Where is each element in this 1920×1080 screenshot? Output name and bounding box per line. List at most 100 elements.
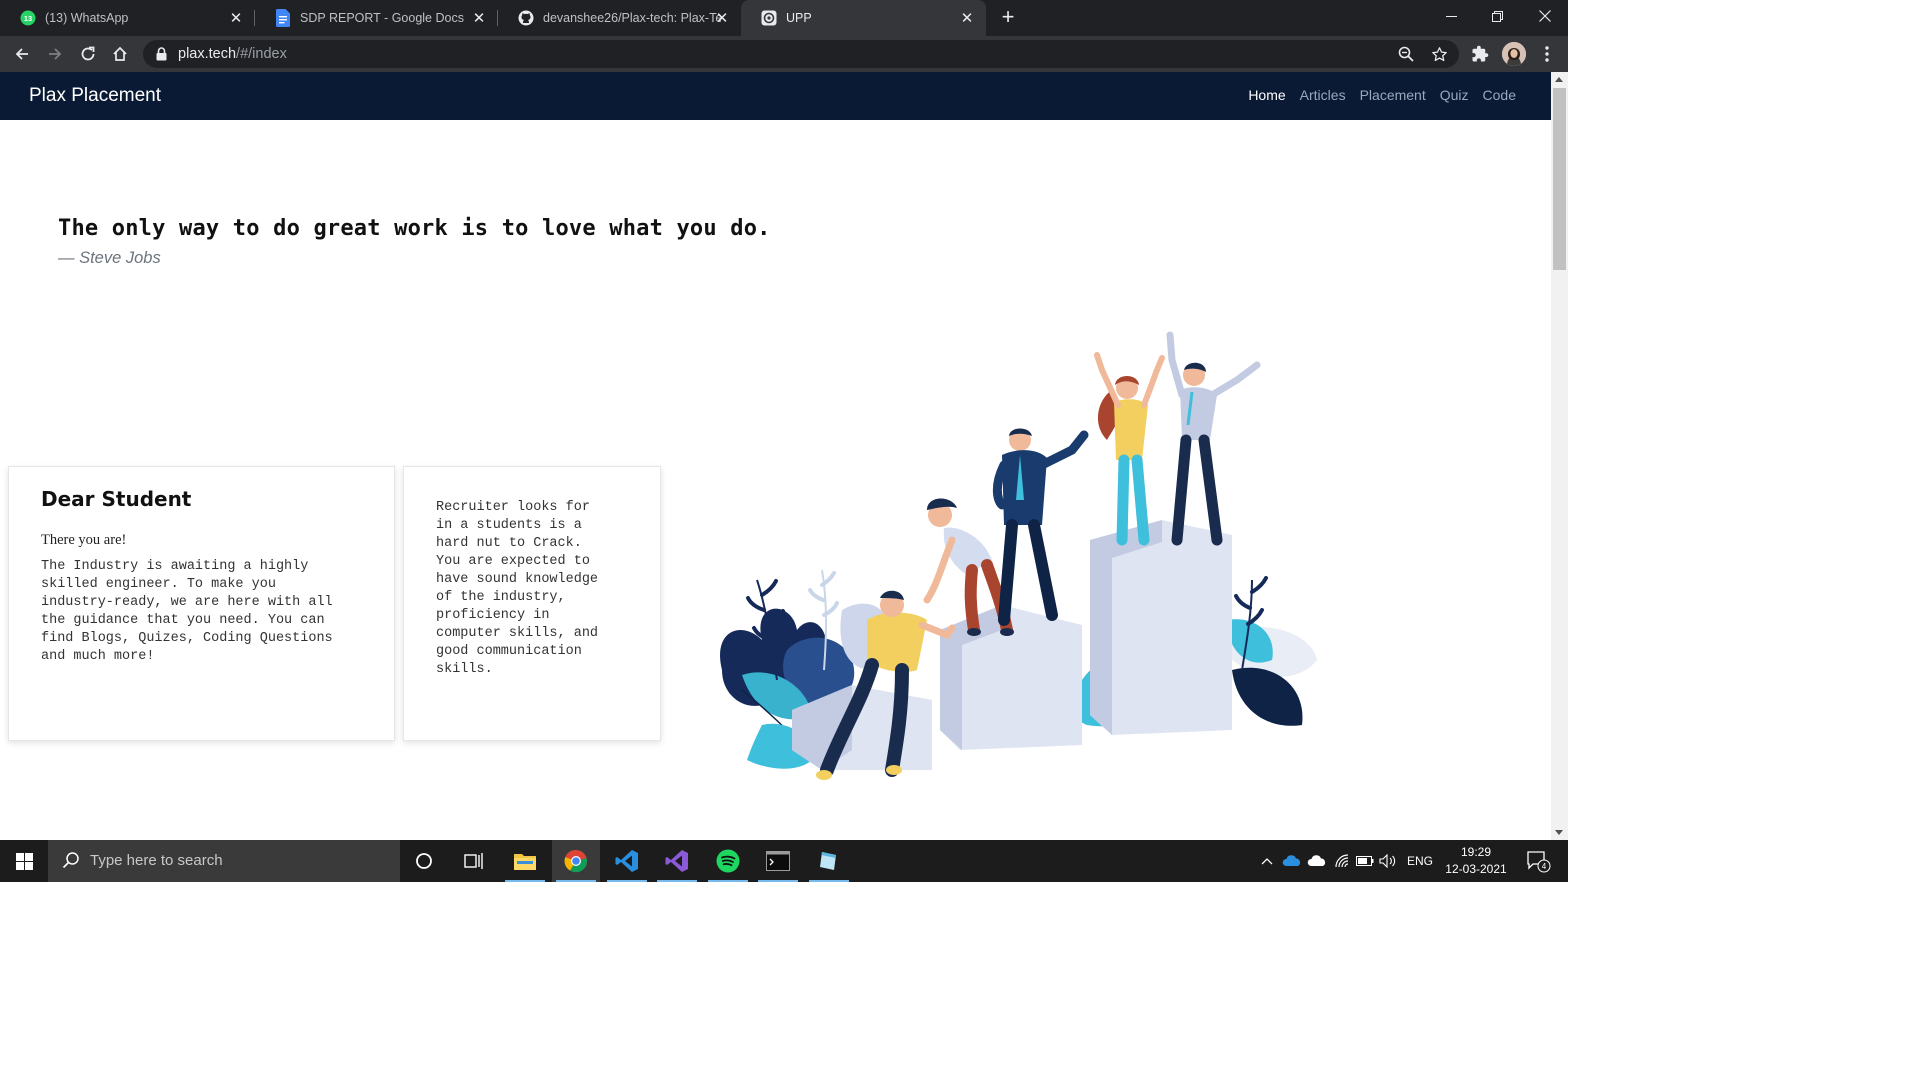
scrollbar-thumb[interactable] — [1553, 88, 1566, 270]
tab-whatsapp[interactable]: 13 (13) WhatsApp ✕ — [0, 0, 255, 36]
tab-title: (13) WhatsApp — [45, 11, 129, 25]
close-tab-icon[interactable]: ✕ — [470, 9, 488, 27]
card-line: and much more! — [41, 649, 155, 664]
address-bar[interactable]: plax.tech/#/index — [143, 40, 1459, 68]
card-line: of the industry, — [436, 590, 566, 605]
tab-title: SDP REPORT - Google Docs — [300, 11, 464, 25]
task-view-icon[interactable] — [450, 840, 498, 882]
site-nav-links: Home Articles Placement Quiz Code — [1234, 87, 1516, 103]
teamwork-podium-illustration — [720, 331, 1317, 780]
github-icon — [518, 10, 534, 26]
browser-tab-strip: 13 (13) WhatsApp ✕ SDP REPORT - Google D… — [0, 0, 1568, 36]
search-placeholder: Type here to search — [90, 852, 223, 869]
lock-icon[interactable] — [156, 47, 167, 66]
tab-github[interactable]: devanshee26/Plax-tech: Plax-Tech ✕ — [498, 0, 741, 36]
page-scrollbar[interactable] — [1551, 72, 1568, 840]
card-line: Recruiter looks for — [436, 500, 590, 515]
recruiter-card: Recruiter looks for in a students is a h… — [403, 466, 661, 741]
card-line: hard nut to Crack. — [436, 536, 582, 551]
windows-start-icon[interactable] — [0, 840, 48, 882]
card-line: skills. — [436, 662, 493, 677]
vscode-icon[interactable] — [603, 840, 651, 882]
bookmark-star-icon[interactable] — [1429, 44, 1449, 64]
scroll-down-icon[interactable] — [1555, 830, 1563, 835]
nav-articles[interactable]: Articles — [1300, 87, 1346, 103]
tab-title: UPP — [786, 11, 812, 25]
card-line: in a students is a — [436, 518, 582, 533]
visual-studio-icon[interactable] — [653, 840, 701, 882]
windows-taskbar: Type here to search ENG 19:29 12-03-2021… — [0, 840, 1568, 882]
cortana-icon[interactable] — [400, 840, 448, 882]
card-line: the guidance that you need. You can — [41, 613, 325, 628]
close-tab-icon[interactable]: ✕ — [713, 9, 731, 27]
svg-text:13: 13 — [24, 14, 32, 23]
battery-icon[interactable] — [1354, 840, 1376, 882]
scroll-up-icon[interactable] — [1555, 77, 1563, 82]
taskbar-clock[interactable]: 19:29 12-03-2021 — [1440, 844, 1512, 878]
show-hidden-icons-icon[interactable] — [1256, 840, 1278, 882]
search-icon — [62, 851, 80, 874]
wifi-icon[interactable] — [1331, 840, 1353, 882]
url-text: plax.tech/#/index — [178, 46, 287, 62]
google-docs-icon — [275, 9, 291, 27]
card-line: skilled engineer. To make you — [41, 577, 276, 592]
home-icon[interactable] — [108, 42, 132, 66]
clock-date: 12-03-2021 — [1445, 862, 1507, 876]
tab-upp[interactable]: UPP ✕ — [741, 0, 986, 36]
card-body: The Industry is awaiting a highly skille… — [41, 558, 376, 666]
spotify-icon[interactable] — [704, 840, 752, 882]
new-tab-icon[interactable]: + — [996, 6, 1020, 30]
clock-time: 19:29 — [1460, 845, 1492, 859]
window-close-icon[interactable] — [1522, 0, 1568, 32]
card-subtitle: There you are! — [41, 532, 127, 548]
tab-title: devanshee26/Plax-tech: Plax-Tech — [543, 11, 721, 25]
card-line: You are expected to — [436, 554, 590, 569]
card-line: have sound knowledge — [436, 572, 599, 587]
tab-google-docs[interactable]: SDP REPORT - Google Docs ✕ — [255, 0, 498, 36]
student-card: Dear Student There you are! The Industry… — [8, 466, 395, 741]
extensions-icon[interactable] — [1468, 42, 1492, 66]
reload-icon[interactable] — [76, 42, 100, 66]
volume-icon[interactable] — [1377, 840, 1399, 882]
back-icon[interactable] — [10, 42, 34, 66]
action-center-icon[interactable]: 4 — [1518, 840, 1558, 882]
card-line: proficiency in — [436, 608, 550, 623]
quote-author: — Steve Jobs — [58, 249, 161, 267]
chrome-icon[interactable] — [552, 840, 600, 882]
taskbar-search-box[interactable]: Type here to search — [48, 840, 400, 882]
hero-quote: The only way to do great work is to love… — [58, 216, 771, 241]
chrome-menu-icon[interactable] — [1535, 42, 1559, 66]
browser-toolbar: plax.tech/#/index — [0, 36, 1568, 72]
language-indicator[interactable]: ENG — [1401, 840, 1439, 882]
terminal-icon[interactable] — [754, 840, 802, 882]
card-body: Recruiter looks for in a students is a h… — [436, 499, 636, 679]
zoom-icon[interactable] — [1396, 44, 1416, 64]
forward-icon[interactable] — [43, 42, 67, 66]
nav-placement[interactable]: Placement — [1360, 87, 1426, 103]
onedrive-icon[interactable] — [1280, 840, 1304, 882]
notepad-icon[interactable] — [805, 840, 853, 882]
close-tab-icon[interactable]: ✕ — [958, 9, 976, 27]
man-in-suit — [992, 428, 1089, 626]
nav-code[interactable]: Code — [1483, 87, 1516, 103]
card-line: good communication — [436, 644, 582, 659]
profile-avatar[interactable] — [1502, 42, 1526, 66]
site-navbar: Plax Placement Home Articles Placement Q… — [0, 72, 1551, 120]
card-line: industry-ready, we are here with all — [41, 595, 333, 610]
minimize-icon[interactable] — [1428, 0, 1474, 32]
cheering-woman — [1094, 352, 1165, 546]
file-explorer-icon[interactable] — [501, 840, 549, 882]
cheering-man — [1166, 331, 1261, 546]
site-icon — [761, 10, 777, 26]
close-tab-icon[interactable]: ✕ — [227, 9, 245, 27]
card-title: Dear Student — [41, 487, 192, 511]
whatsapp-icon: 13 — [20, 10, 36, 26]
site-brand[interactable]: Plax Placement — [29, 85, 161, 107]
restore-icon[interactable] — [1474, 0, 1520, 32]
card-line: computer skills, and — [436, 626, 599, 641]
card-line: The Industry is awaiting a highly — [41, 559, 309, 574]
onedrive-personal-icon[interactable] — [1305, 840, 1329, 882]
nav-home[interactable]: Home — [1248, 87, 1285, 103]
svg-text:4: 4 — [1542, 862, 1547, 871]
nav-quiz[interactable]: Quiz — [1440, 87, 1469, 103]
